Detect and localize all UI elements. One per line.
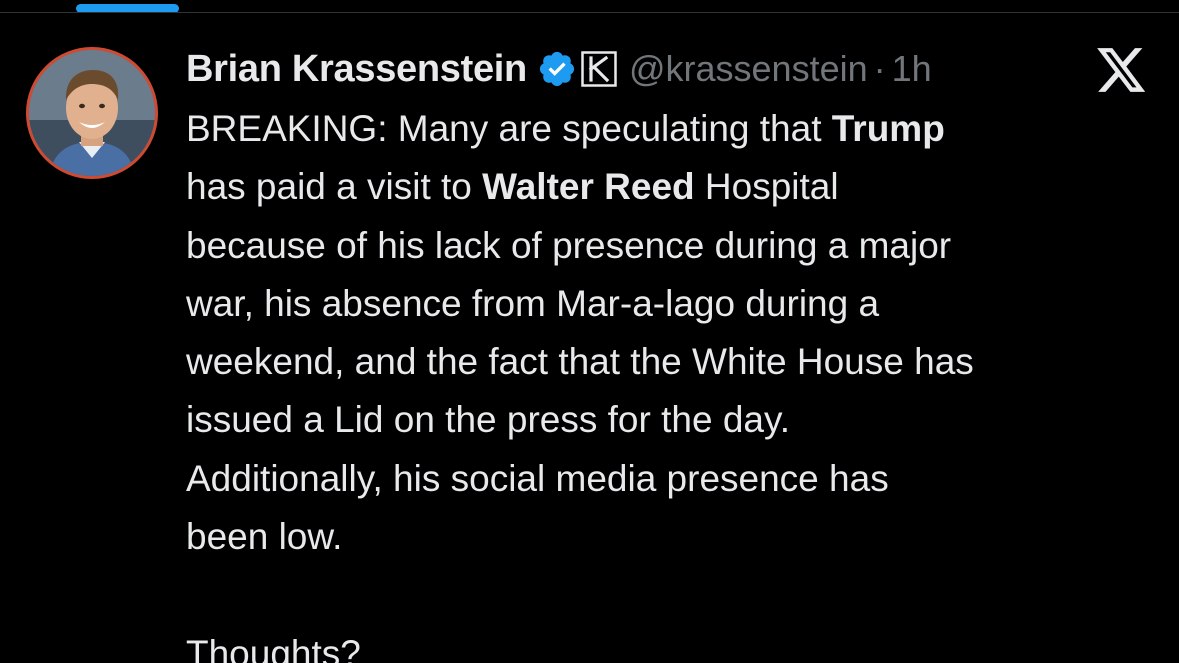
tweet-text-segment: because of his lack of presence during a… [186,224,952,266]
verified-badge-icon[interactable] [537,49,577,89]
x-logo-icon [1097,48,1147,94]
affiliate-badge-icon[interactable] [581,51,617,87]
author-display-name[interactable]: Brian Krassenstein [186,48,527,91]
tweet-text-line [186,566,1171,624]
avatar-portrait-icon [29,50,155,176]
tweet-text-line: been low. [186,508,1171,566]
tweet-text-segment: Hospital [694,166,839,208]
tweet-text-segment: BREAKING: Many are speculating that [186,108,832,149]
tweet-text-line: Additionally, his social media presence … [186,450,1171,508]
top-divider [0,12,1179,13]
separator-dot: · [873,48,886,89]
tweet-text-line: has paid a visit to Walter Reed Hospital [186,158,1171,216]
tweet-header: Brian Krassenstein @krassenstein · 1h [186,44,932,94]
tweet-text-emphasis: Walter Reed [482,166,695,208]
tweet-text-segment: issued a Lid on the press for the day. [186,399,791,441]
author-handle[interactable]: @krassenstein [629,48,868,90]
avatar[interactable] [26,47,158,179]
tweet-text-segment: Additionally, his social media presence … [186,457,889,499]
tweet-text-line: weekend, and the fact that the White Hou… [186,333,1171,391]
tweet-text-segment: weekend, and the fact that the White Hou… [186,341,974,383]
tweet-text-segment: has paid a visit to [186,166,483,208]
tweet-text-segment: been low. [186,516,343,558]
tweet-text-line: BREAKING: Many are speculating that Trum… [186,100,1171,158]
tweet-text-segment: Thoughts? [186,632,361,663]
tweet-text-emphasis: Trump [831,108,945,149]
tweet-text-line: issued a Lid on the press for the day. [186,391,1171,449]
tweet-text-segment: war, his absence from Mar-a-lago during … [186,282,880,324]
tweet-text-line: Thoughts? [186,625,1171,663]
tweet-text: BREAKING: Many are speculating that Trum… [186,100,1171,663]
tweet-timestamp[interactable]: 1h [892,48,932,90]
tweet-text-line: because of his lack of presence during a… [186,217,1171,275]
tweet-text-line: war, his absence from Mar-a-lago during … [186,275,1171,333]
